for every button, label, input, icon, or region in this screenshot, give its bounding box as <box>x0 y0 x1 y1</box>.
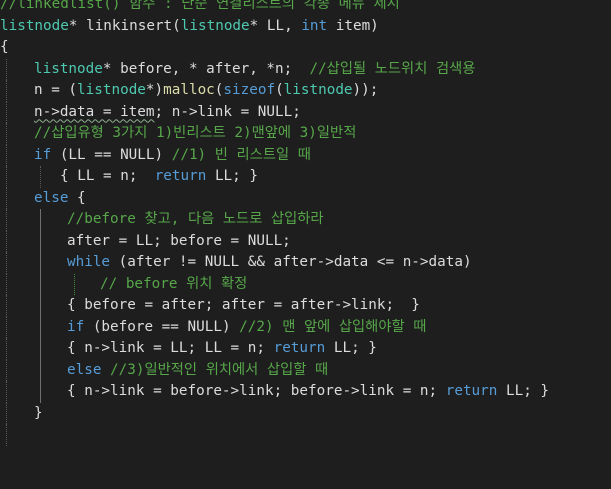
code-line: n->data = item; n->link = NULL; <box>0 101 611 123</box>
code-line: { n->link = LL; LL = n; return LL; } <box>0 338 611 360</box>
indent-guide <box>6 295 7 317</box>
code-line: //before 찾고, 다음 노드로 삽입하라 <box>0 209 611 231</box>
indent-guide <box>6 166 7 188</box>
warning-squiggle[interactable]: n->data = item <box>34 104 155 120</box>
code-line: n = (listnode*)malloc(sizeof(listnode)); <box>0 80 611 102</box>
indent-guide <box>6 101 7 123</box>
type-name: listnode <box>180 17 250 34</box>
indent-guide <box>74 273 75 295</box>
code-line: //삽입유형 3가지 1)빈리스트 2)맨앞에 3)일반적 <box>0 123 611 145</box>
keyword: sizeof <box>223 82 276 98</box>
code-line: else { <box>0 187 611 209</box>
indent-guide <box>40 359 41 381</box>
code-line: { LL = n; return LL; } <box>0 166 611 188</box>
type-name: listnode <box>283 82 353 98</box>
indent-guide <box>40 252 41 274</box>
keyword: while <box>67 254 111 270</box>
indent-guide <box>40 338 41 360</box>
keyword: if <box>34 146 52 163</box>
keyword: return <box>445 383 498 399</box>
comment: //3)일반적인 위치에서 삽입할 때 <box>110 361 329 378</box>
comment: //삽입될 노드위치 검색용 <box>309 60 476 77</box>
code-line: // before 위치 확정 <box>0 273 611 295</box>
comment: //linkedlist() 함수 : 단순 연결리스트의 각종 메뉴 제시 <box>0 0 400 12</box>
indent-guide <box>6 381 7 403</box>
indent-guide <box>6 123 7 145</box>
indent-guide <box>6 359 7 381</box>
indent-guide <box>40 209 41 231</box>
indent-guide <box>6 316 7 338</box>
code-line: if (LL == NULL) //1) 빈 리스트일 때 <box>0 144 611 166</box>
indent-guide <box>40 230 41 252</box>
code-line: } <box>0 402 611 424</box>
comment: //2) 맨 앞에 삽입해야할 때 <box>239 318 427 335</box>
code-line <box>0 424 611 446</box>
indent-guide <box>40 295 41 317</box>
indent-guide <box>40 381 41 403</box>
code-line: if (before == NULL) //2) 맨 앞에 삽입해야할 때 <box>0 316 611 338</box>
indent-guide <box>6 273 7 295</box>
code-line: //linkedlist() 함수 : 단순 연결리스트의 각종 메뉴 제시 <box>0 0 611 16</box>
code-line: after = LL; before = NULL; <box>0 230 611 252</box>
indent-guide <box>6 187 7 209</box>
code-editor[interactable]: //linkedlist() 함수 : 단순 연결리스트의 각종 메뉴 제시 l… <box>0 0 611 446</box>
keyword: else <box>67 361 102 378</box>
comment: //1) 빈 리스트일 때 <box>171 146 311 163</box>
code-line: { <box>0 39 9 55</box>
code-line: { before = after; after = after->link; } <box>0 295 611 317</box>
indent-guide <box>6 144 7 166</box>
indent-guide <box>6 80 7 102</box>
type-name: listnode <box>77 82 146 98</box>
indent-guide <box>6 402 7 424</box>
keyword: else <box>34 189 69 206</box>
indent-guide <box>6 338 7 360</box>
keyword: return <box>273 340 326 356</box>
indent-guide <box>6 230 7 252</box>
keyword: int <box>301 17 328 34</box>
type-name: listnode <box>34 60 103 77</box>
type-name: listnode <box>0 17 69 34</box>
indent-guide <box>6 58 7 80</box>
indent-guide <box>6 252 7 274</box>
indent-guide <box>6 209 7 231</box>
keyword: return <box>154 168 207 184</box>
indent-guide <box>40 273 41 295</box>
comment: //삽입유형 3가지 1)빈리스트 2)맨앞에 3)일반적 <box>34 125 357 141</box>
indent-guide <box>40 316 41 338</box>
indent-guide <box>6 424 7 446</box>
function-name: malloc <box>163 82 215 98</box>
code-line: while (after != NULL && after->data <= n… <box>0 252 611 274</box>
comment: // before 위치 확정 <box>100 275 248 292</box>
code-line: listnode* before, * after, *n; //삽입될 노드위… <box>0 58 611 80</box>
code-line: { n->link = before->link; before->link =… <box>0 381 611 403</box>
code-line: else //3)일반적인 위치에서 삽입할 때 <box>0 359 611 381</box>
comment: //before 찾고, 다음 노드로 삽입하라 <box>67 211 324 227</box>
keyword: if <box>67 318 85 335</box>
code-line: listnode* linkinsert(listnode* LL, int i… <box>0 17 379 34</box>
indent-guide <box>40 166 41 188</box>
